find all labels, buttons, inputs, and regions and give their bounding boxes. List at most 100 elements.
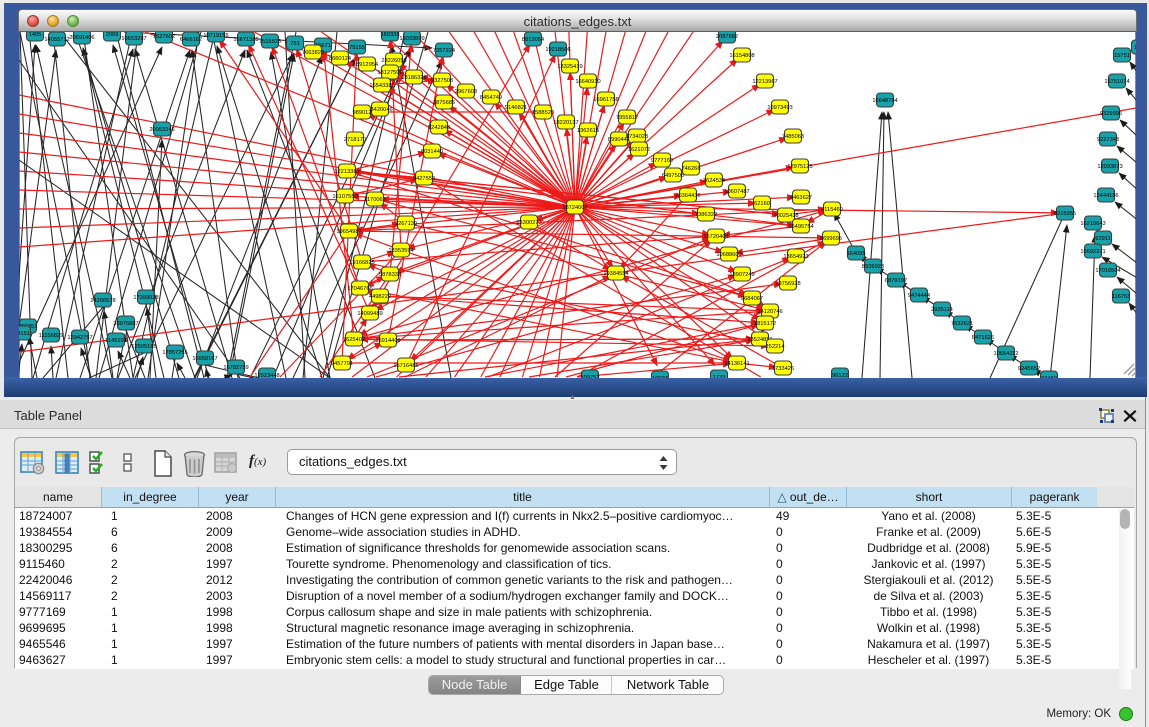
svg-text:39151: 39151 bbox=[19, 331, 30, 337]
svg-text:746266: 746266 bbox=[682, 166, 701, 172]
svg-text:7955812: 7955812 bbox=[616, 115, 638, 121]
svg-text:9329996: 9329996 bbox=[1100, 111, 1122, 117]
svg-text:12444186: 12444186 bbox=[1093, 193, 1118, 199]
svg-text:8813054: 8813054 bbox=[522, 37, 544, 43]
svg-text:12942757: 12942757 bbox=[67, 335, 92, 341]
svg-text:10973493: 10973493 bbox=[767, 105, 792, 111]
svg-text:1170063: 1170063 bbox=[364, 197, 386, 203]
svg-text:16543382: 16543382 bbox=[369, 83, 394, 89]
svg-text:16033809: 16033809 bbox=[399, 36, 424, 42]
svg-text:92911: 92911 bbox=[1095, 236, 1110, 242]
svg-text:16671385: 16671385 bbox=[233, 37, 258, 43]
svg-text:109752: 109752 bbox=[581, 375, 600, 378]
svg-text:1405: 1405 bbox=[29, 32, 42, 38]
svg-text:160338: 160338 bbox=[381, 32, 400, 38]
svg-text:17857255: 17857255 bbox=[162, 350, 187, 356]
svg-text:16914409: 16914409 bbox=[375, 338, 400, 344]
svg-text:8031440: 8031440 bbox=[421, 149, 443, 155]
svg-text:3267130: 3267130 bbox=[395, 221, 417, 227]
svg-text:18724007: 18724007 bbox=[562, 205, 587, 211]
svg-text:6497508: 6497508 bbox=[662, 173, 684, 179]
svg-text:16782759: 16782759 bbox=[223, 365, 248, 371]
svg-text:9463627: 9463627 bbox=[790, 195, 812, 201]
svg-text:9242848: 9242848 bbox=[428, 125, 450, 131]
svg-text:2069: 2069 bbox=[106, 32, 119, 38]
svg-text:75155: 75155 bbox=[349, 45, 365, 51]
svg-text:9457791: 9457791 bbox=[331, 361, 353, 367]
svg-text:19384554: 19384554 bbox=[603, 271, 628, 277]
svg-text:9777169: 9777169 bbox=[651, 158, 673, 164]
svg-text:8215955: 8215955 bbox=[1054, 211, 1076, 217]
svg-text:17359928: 17359928 bbox=[133, 295, 158, 301]
svg-text:15751: 15751 bbox=[1114, 53, 1130, 59]
svg-text:8471626: 8471626 bbox=[972, 335, 994, 341]
svg-text:8912954: 8912954 bbox=[356, 62, 378, 68]
svg-text:9427552: 9427552 bbox=[413, 176, 435, 182]
svg-text:15300273: 15300273 bbox=[516, 220, 541, 226]
svg-text:17046766: 17046766 bbox=[347, 286, 372, 292]
svg-text:1621072: 1621072 bbox=[628, 147, 650, 153]
svg-text:7357224: 7357224 bbox=[433, 48, 455, 54]
svg-text:16107550: 16107550 bbox=[332, 194, 357, 200]
svg-text:10958167: 10958167 bbox=[192, 356, 217, 362]
svg-text:9474444: 9474444 bbox=[908, 293, 930, 299]
svg-text:20053346: 20053346 bbox=[149, 127, 174, 133]
svg-text:12213967: 12213967 bbox=[752, 79, 777, 85]
svg-text:8939923: 8939923 bbox=[862, 264, 884, 270]
svg-text:16210643: 16210643 bbox=[1080, 221, 1105, 227]
svg-text:2087682: 2087682 bbox=[716, 34, 738, 40]
svg-text:2935114: 2935114 bbox=[931, 307, 953, 313]
svg-text:9146821: 9146821 bbox=[505, 105, 527, 111]
svg-text:12505185: 12505185 bbox=[131, 344, 156, 350]
svg-text:116753: 116753 bbox=[1112, 294, 1131, 300]
svg-text:12975125: 12975125 bbox=[787, 164, 812, 170]
svg-text:6734028: 6734028 bbox=[626, 134, 648, 140]
svg-text:13325419: 13325419 bbox=[557, 64, 582, 70]
svg-text:7386322: 7386322 bbox=[695, 212, 717, 218]
svg-text:2967608: 2967608 bbox=[455, 89, 477, 95]
svg-text:14099489: 14099489 bbox=[357, 311, 382, 317]
svg-text:18127509: 18127509 bbox=[377, 70, 402, 76]
svg-text:15716485: 15716485 bbox=[393, 363, 418, 369]
svg-text:9327508: 9327508 bbox=[431, 78, 453, 84]
svg-text:12213383: 12213383 bbox=[334, 169, 359, 175]
svg-text:252214: 252214 bbox=[766, 344, 785, 350]
svg-text:7485063: 7485063 bbox=[782, 134, 804, 140]
svg-text:62160: 62160 bbox=[754, 201, 770, 207]
svg-text:13654923: 13654923 bbox=[783, 254, 808, 260]
svg-text:7625402: 7625402 bbox=[343, 337, 365, 343]
svg-text:19218506: 19218506 bbox=[545, 47, 570, 53]
svg-text:20364436: 20364436 bbox=[675, 193, 700, 199]
svg-text:1145193: 1145193 bbox=[105, 338, 127, 344]
svg-text:14120746: 14120746 bbox=[757, 309, 782, 315]
svg-text:10025438: 10025438 bbox=[773, 213, 798, 219]
svg-text:10923: 10923 bbox=[652, 376, 668, 378]
svg-text:2718170: 2718170 bbox=[344, 137, 366, 143]
svg-text:14136141: 14136141 bbox=[724, 361, 749, 367]
svg-text:10654112: 10654112 bbox=[994, 351, 1019, 357]
svg-text:13353594: 13353594 bbox=[388, 248, 413, 254]
svg-text:7515526: 7515526 bbox=[259, 39, 281, 45]
svg-text:15495754: 15495754 bbox=[788, 224, 813, 230]
svg-text:15720407: 15720407 bbox=[703, 234, 728, 240]
svg-text:10688609: 10688609 bbox=[716, 252, 741, 258]
svg-text:3624534: 3624534 bbox=[703, 178, 725, 184]
svg-text:1733426: 1733426 bbox=[772, 366, 794, 372]
svg-text:16154808: 16154808 bbox=[729, 53, 754, 59]
svg-text:16648784: 16648784 bbox=[872, 98, 897, 104]
svg-text:96122: 96122 bbox=[832, 373, 848, 378]
svg-text:16961758: 16961758 bbox=[593, 97, 618, 103]
svg-text:18186328: 18186328 bbox=[401, 75, 426, 81]
svg-text:1815172: 1815172 bbox=[754, 321, 776, 327]
svg-text:164095: 164095 bbox=[847, 251, 866, 257]
svg-text:20691406: 20691406 bbox=[69, 35, 94, 41]
svg-text:12093873: 12093873 bbox=[1097, 164, 1122, 170]
svg-text:10653287: 10653287 bbox=[121, 36, 146, 42]
svg-text:9699695: 9699695 bbox=[820, 236, 842, 242]
svg-text:15751074: 15751074 bbox=[1104, 79, 1129, 85]
svg-text:7632621: 7632621 bbox=[951, 321, 973, 327]
svg-text:9245652: 9245652 bbox=[1018, 366, 1040, 372]
svg-text:1588520: 1588520 bbox=[532, 110, 554, 116]
svg-text:8660124: 8660124 bbox=[329, 56, 351, 62]
svg-text:17016504: 17016504 bbox=[1095, 268, 1120, 274]
